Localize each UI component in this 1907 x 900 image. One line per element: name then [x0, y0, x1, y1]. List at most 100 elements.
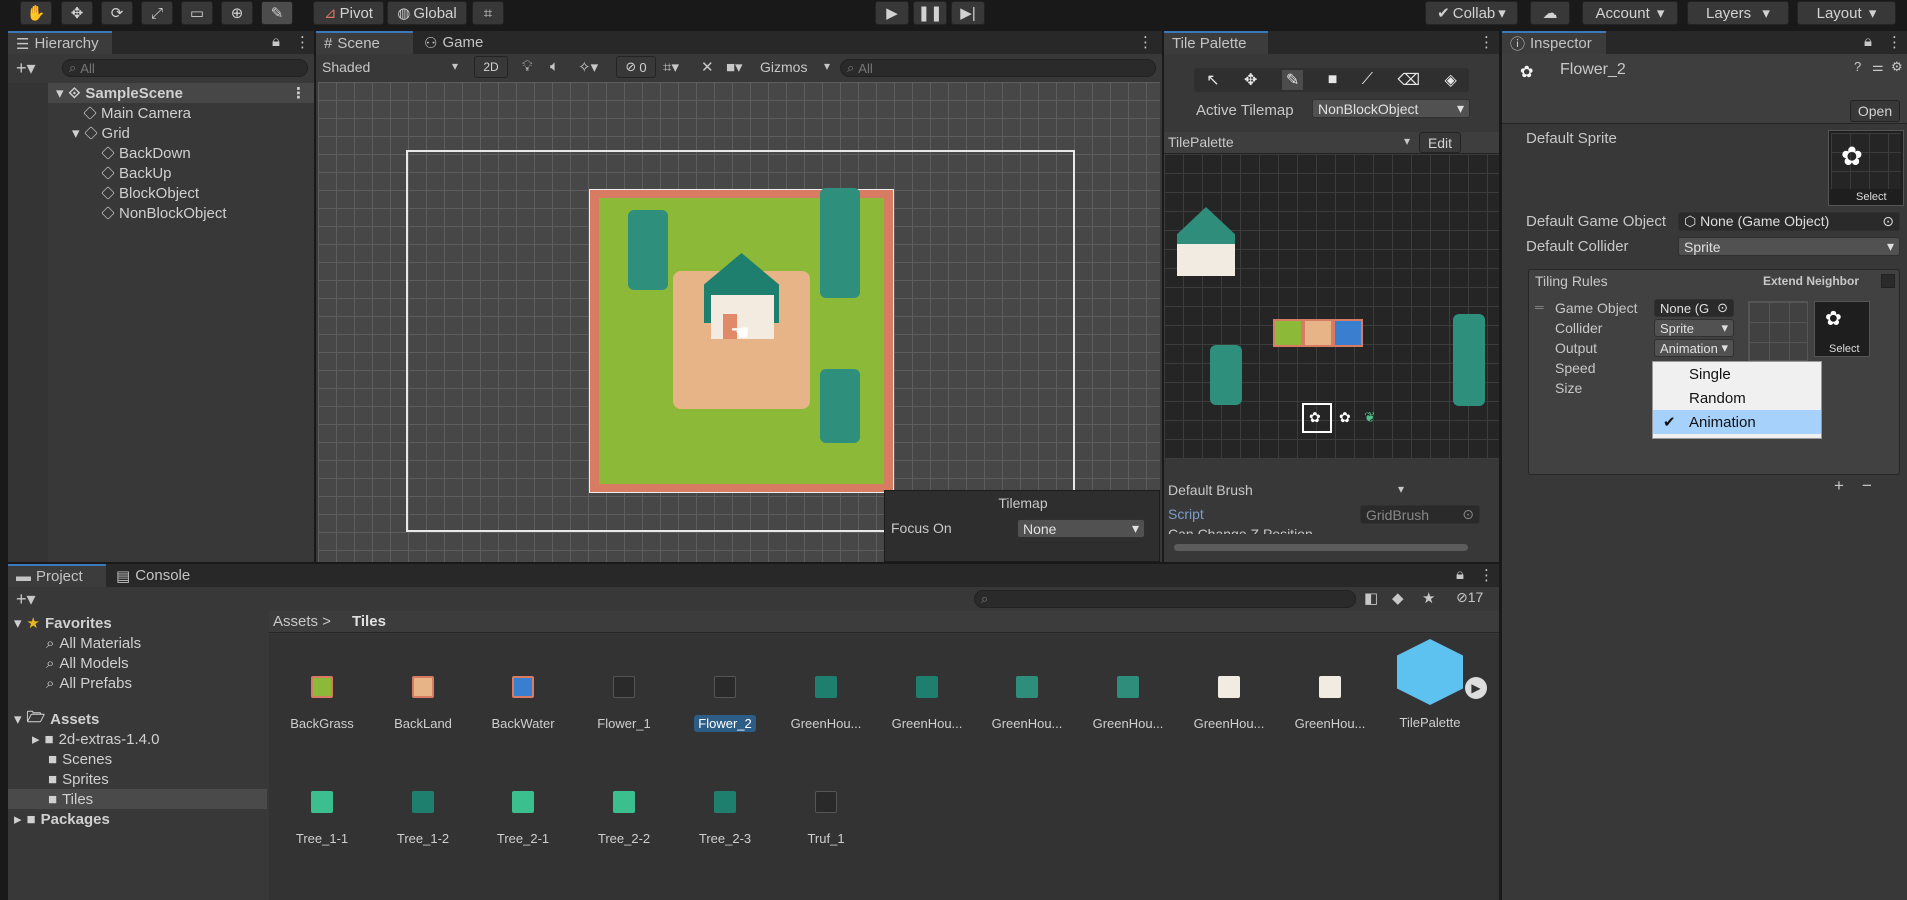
- kebab-icon[interactable]: ⋮: [1479, 33, 1494, 51]
- select-tool-icon[interactable]: ↖: [1206, 70, 1219, 90]
- tab-console[interactable]: ▤ Console: [108, 564, 208, 587]
- kebab-icon[interactable]: ⋮: [295, 33, 310, 51]
- hierarchy-item[interactable]: ▾ Grid: [72, 123, 130, 143]
- asset-item[interactable]: Tree_2-2: [579, 791, 669, 846]
- lock-icon[interactable]: 🔒︎: [272, 33, 280, 50]
- folder-item[interactable]: ■ Sprites: [48, 769, 109, 789]
- folder-item[interactable]: ■ Scenes: [48, 749, 112, 769]
- filter-type-icon[interactable]: ◧: [1364, 589, 1378, 607]
- default-collider-dropdown[interactable]: Sprite ▾: [1678, 237, 1900, 256]
- asset-item[interactable]: BackLand: [378, 676, 468, 731]
- hierarchy-search[interactable]: ⌕ All: [62, 59, 308, 77]
- fill-icon[interactable]: ◈: [1444, 70, 1456, 90]
- asset-item[interactable]: Tree_2-3: [680, 791, 770, 846]
- hierarchy-item[interactable]: BackUp: [101, 163, 172, 183]
- asset-item[interactable]: GreenHou...: [882, 676, 972, 731]
- breadcrumb-current[interactable]: Tiles: [352, 613, 386, 630]
- paint-tool-icon[interactable]: ✎: [1281, 70, 1304, 90]
- grid-snap-icon[interactable]: ⌗: [472, 1, 504, 25]
- cloud-icon[interactable]: ☁: [1530, 1, 1570, 25]
- scale-tool-icon[interactable]: ⤢: [141, 1, 173, 25]
- asset-item-selected[interactable]: Flower_2: [680, 676, 770, 732]
- tab-inspector[interactable]: ⓘ Inspector: [1502, 31, 1606, 54]
- rule-collider-dropdown[interactable]: Sprite ▾: [1654, 319, 1734, 337]
- tab-hierarchy[interactable]: ☰ Hierarchy: [8, 31, 112, 54]
- tools-icon[interactable]: ✕: [701, 58, 714, 76]
- fav-item[interactable]: ⌕ All Prefabs: [46, 673, 132, 693]
- asset-item[interactable]: BackGrass: [277, 676, 367, 731]
- gizmos-dropdown[interactable]: Gizmos: [760, 59, 807, 75]
- star-icon[interactable]: ★: [1422, 589, 1435, 607]
- asset-item[interactable]: Flower_1: [579, 676, 669, 731]
- palette-grid[interactable]: ✿ ✿ ❦: [1164, 154, 1499, 459]
- default-go-field[interactable]: ⬡ None (Game Object) ⊙: [1678, 212, 1900, 231]
- 2d-toggle[interactable]: 2D: [474, 56, 508, 78]
- palette-name-dropdown[interactable]: TilePalette: [1168, 134, 1234, 150]
- brush-tool-icon[interactable]: ✎: [261, 1, 293, 25]
- hierarchy-item[interactable]: BlockObject: [101, 183, 199, 203]
- shading-dropdown[interactable]: Shaded: [322, 59, 370, 75]
- gear-icon[interactable]: ⚙: [1891, 59, 1903, 75]
- focus-on-dropdown[interactable]: None ▾: [1017, 519, 1145, 538]
- asset-item[interactable]: BackWater: [478, 676, 568, 731]
- hierarchy-item[interactable]: NonBlockObject: [101, 203, 227, 223]
- favorites-row[interactable]: ▾ ★ Favorites: [14, 613, 112, 633]
- folder-item[interactable]: ▸ ■ 2d-extras-1.4.0: [32, 729, 159, 749]
- breadcrumb-root[interactable]: Assets >: [273, 613, 331, 630]
- asset-item[interactable]: GreenHou...: [1184, 676, 1274, 731]
- extend-neighbor-checkbox[interactable]: [1881, 274, 1895, 288]
- packages-row[interactable]: ▸ ■ Packages: [14, 809, 110, 829]
- collab-dropdown[interactable]: ✔ Collab ▾: [1425, 1, 1518, 25]
- drag-handle-icon[interactable]: ═: [1535, 300, 1544, 314]
- layout-dropdown[interactable]: Layout ▾: [1797, 1, 1896, 25]
- hierarchy-item[interactable]: Main Camera: [83, 103, 191, 123]
- hidden-objects-toggle[interactable]: ⊘ 0: [616, 56, 656, 78]
- asset-item[interactable]: GreenHou...: [781, 676, 871, 731]
- active-tilemap-dropdown[interactable]: NonBlockObject ▾: [1312, 99, 1470, 118]
- hand-tool-icon[interactable]: ✋: [20, 1, 52, 25]
- rect-tool-icon[interactable]: ▭: [181, 1, 213, 25]
- rule-sprite-field[interactable]: ✿ Select: [1814, 301, 1870, 357]
- script-field[interactable]: GridBrush ⊙: [1360, 505, 1480, 524]
- effects-icon[interactable]: ✧▾: [578, 58, 598, 76]
- move-tool-icon[interactable]: ✥: [61, 1, 93, 25]
- eraser-icon[interactable]: ⌫: [1397, 70, 1420, 90]
- add-rule-button[interactable]: +: [1834, 476, 1844, 496]
- label-icon[interactable]: ◆: [1392, 589, 1404, 607]
- kebab-icon[interactable]: ⋮: [1479, 566, 1494, 584]
- move-tool-icon[interactable]: ✥: [1244, 70, 1257, 90]
- tab-scene[interactable]: # Scene: [316, 31, 413, 54]
- menu-item-random[interactable]: Random: [1653, 386, 1821, 410]
- asset-item[interactable]: GreenHou...: [982, 676, 1072, 731]
- project-search[interactable]: ⌕: [974, 590, 1356, 608]
- scene-search[interactable]: ⌕ All: [840, 59, 1156, 77]
- edit-palette-button[interactable]: Edit: [1419, 132, 1461, 153]
- tab-project[interactable]: ▬ Project: [8, 564, 106, 587]
- folder-item-selected[interactable]: ■ Tiles: [8, 789, 267, 809]
- rule-select-button[interactable]: Select: [1829, 343, 1860, 355]
- tab-game[interactable]: ⚇ Game: [416, 31, 496, 54]
- layers-dropdown[interactable]: Layers ▾: [1687, 1, 1789, 25]
- neighbor-grid[interactable]: [1748, 301, 1808, 361]
- default-sprite-field[interactable]: ✿ Select: [1828, 130, 1904, 206]
- assets-row[interactable]: ▾ 🗁︎ Assets: [14, 709, 99, 729]
- expand-arrow-icon[interactable]: ▶: [1465, 677, 1487, 699]
- asset-item[interactable]: GreenHou...: [1083, 676, 1173, 731]
- box-fill-icon[interactable]: ■: [1328, 71, 1338, 89]
- remove-rule-button[interactable]: −: [1862, 476, 1872, 496]
- menu-item-animation[interactable]: ✔ Animation: [1653, 410, 1821, 434]
- asset-item[interactable]: Tree_1-2: [378, 791, 468, 846]
- rotate-tool-icon[interactable]: ⟳: [101, 1, 133, 25]
- scene-row[interactable]: ▾ ⟐ SampleScene ⋮: [48, 83, 314, 103]
- create-button[interactable]: +▾: [16, 589, 36, 610]
- kebab-icon[interactable]: ⋮: [1138, 33, 1153, 51]
- transform-tool-icon[interactable]: ⊕: [221, 1, 253, 25]
- lock-icon[interactable]: 🔒︎: [1864, 33, 1872, 50]
- pause-button[interactable]: ❚❚: [913, 1, 947, 25]
- audio-icon[interactable]: 🔈︎: [550, 58, 559, 75]
- kebab-icon[interactable]: ⋮: [1887, 33, 1902, 51]
- brush-dropdown[interactable]: Default Brush: [1168, 482, 1253, 498]
- scene-menu-icon[interactable]: ⋮: [291, 84, 306, 102]
- rule-go-field[interactable]: None (G ⊙: [1654, 299, 1734, 317]
- lighting-icon[interactable]: 💡︎: [522, 58, 533, 75]
